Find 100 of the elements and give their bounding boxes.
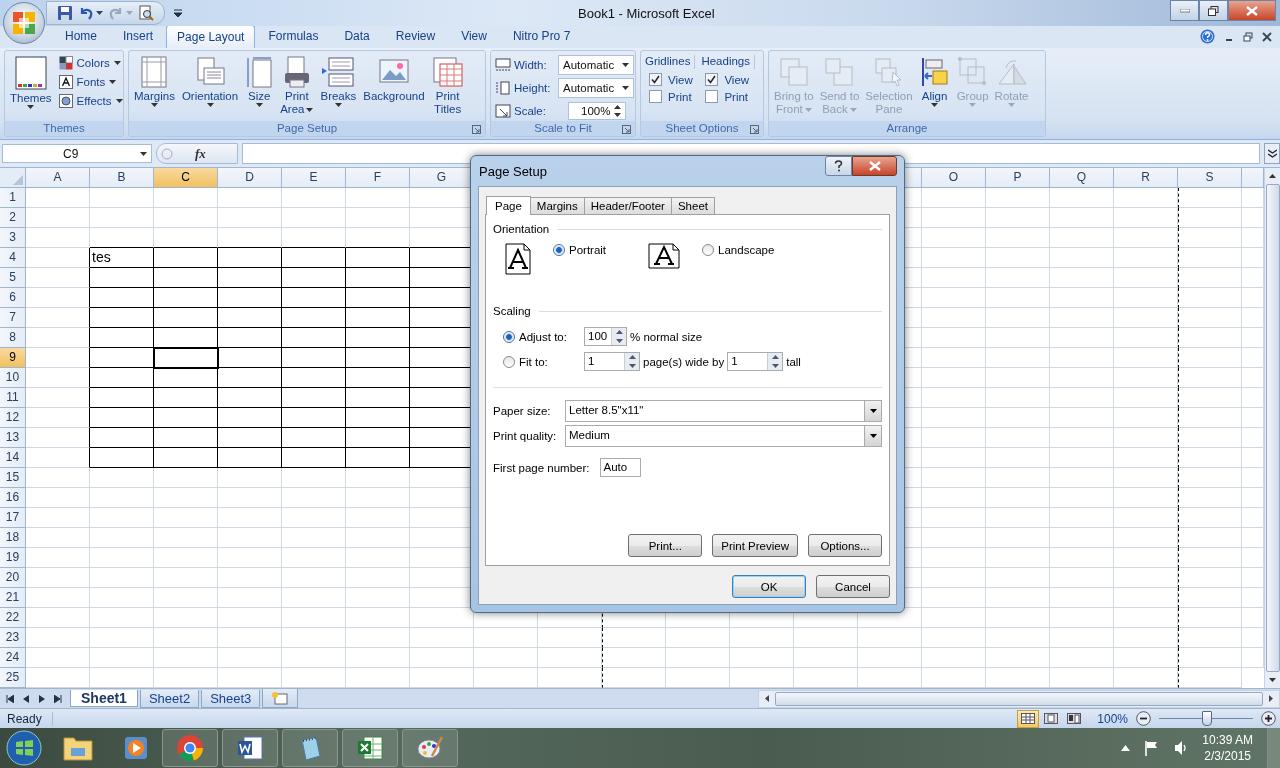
sheet-tab[interactable]: Sheet3 (201, 689, 261, 708)
selected-cell[interactable] (154, 348, 218, 369)
select-all-corner[interactable] (0, 168, 26, 189)
table-cell[interactable] (346, 288, 410, 309)
table-cell[interactable] (346, 328, 410, 349)
restore-button[interactable] (1199, 0, 1228, 21)
spin-buttons[interactable] (624, 353, 639, 370)
ribbon-button[interactable]: Margins (133, 54, 176, 110)
table-cell[interactable] (218, 268, 282, 289)
input-field[interactable]: Auto (599, 458, 641, 477)
row-header[interactable]: 14 (0, 448, 26, 469)
ribbon-button[interactable]: Print Titles (430, 54, 465, 119)
spreadsheet-icon[interactable] (342, 729, 398, 767)
start-button[interactable] (6, 730, 42, 766)
checkbox-option[interactable]: View (645, 73, 696, 87)
column-header[interactable]: C (154, 168, 218, 189)
table-cell[interactable] (218, 448, 282, 469)
row-header[interactable]: 25 (0, 668, 26, 689)
table-cell[interactable] (154, 428, 218, 449)
name-box[interactable]: C9 (2, 144, 152, 164)
table-cell[interactable] (26, 388, 90, 409)
print-preview-icon[interactable] (138, 5, 154, 22)
speaker-icon[interactable] (1174, 740, 1189, 756)
close-button[interactable] (1228, 0, 1276, 21)
table-cell[interactable] (154, 388, 218, 409)
ribbon-tab[interactable]: Page Layout (166, 25, 256, 49)
table-cell[interactable] (154, 308, 218, 329)
ribbon-tab[interactable]: Data (331, 25, 383, 49)
dialog-tab[interactable]: Page (486, 196, 531, 215)
word-document-icon[interactable] (222, 729, 278, 767)
row-header[interactable]: 4 (0, 248, 26, 269)
close-icon[interactable] (1262, 31, 1272, 42)
next-sheet-icon[interactable] (38, 694, 46, 703)
dropdown-field[interactable]: Automatic (558, 54, 634, 75)
table-cell[interactable] (282, 368, 346, 389)
radio-button[interactable] (702, 244, 715, 256)
undo-icon[interactable] (78, 5, 94, 22)
scroll-right-icon[interactable] (1269, 695, 1273, 703)
row-header[interactable]: 7 (0, 308, 26, 329)
clock-date[interactable]: 2/3/2015 (1204, 748, 1251, 764)
table-cell[interactable] (26, 308, 90, 329)
dialog-button[interactable]: Cancel (816, 575, 890, 598)
row-header[interactable]: 24 (0, 648, 26, 669)
insert-function-button[interactable]: fx (195, 145, 206, 162)
dropdown-field[interactable]: Letter 8.5"x11" (565, 399, 882, 422)
help-icon[interactable] (1200, 29, 1215, 45)
table-cell[interactable] (282, 288, 346, 309)
row-header[interactable]: 10 (0, 368, 26, 389)
table-cell[interactable] (26, 268, 90, 289)
row-header[interactable]: 1 (0, 188, 26, 209)
table-cell[interactable] (26, 408, 90, 429)
dialog-tab[interactable]: Margins (529, 197, 585, 214)
column-header[interactable]: Q (1050, 168, 1114, 189)
row-header[interactable]: 22 (0, 608, 26, 629)
dialog-tab[interactable]: Header/Footer (583, 197, 672, 214)
row-header[interactable]: 17 (0, 508, 26, 529)
row-header[interactable]: 13 (0, 428, 26, 449)
table-cell[interactable] (346, 388, 410, 409)
table-cell[interactable] (26, 428, 90, 449)
ribbon-tab[interactable]: Home (52, 25, 110, 49)
dialog-launcher-icon[interactable] (750, 125, 759, 135)
table-cell[interactable] (218, 308, 282, 329)
radio-button[interactable] (553, 244, 565, 256)
table-cell[interactable] (282, 248, 346, 269)
ribbon-button[interactable]: Breaks (319, 54, 358, 110)
dropdown-field[interactable]: Medium (565, 424, 882, 447)
row-header[interactable]: 11 (0, 388, 26, 409)
zoom-slider-thumb[interactable] (1202, 711, 1212, 727)
ribbon-tab[interactable]: Formulas (255, 25, 332, 49)
help-button[interactable] (825, 156, 852, 176)
show-hidden-icons-icon[interactable] (1121, 745, 1131, 751)
row-header[interactable]: 16 (0, 488, 26, 509)
table-cell[interactable] (346, 368, 410, 389)
previous-sheet-icon[interactable] (22, 694, 30, 703)
radio-option[interactable]: Portrait (553, 244, 607, 256)
column-header[interactable]: A (26, 168, 90, 189)
table-cell[interactable] (282, 408, 346, 429)
table-cell[interactable] (346, 248, 410, 269)
horizontal-scrollbar[interactable] (758, 689, 1280, 708)
ribbon-button[interactable]: Orientation (180, 54, 240, 110)
table-cell[interactable] (282, 308, 346, 329)
row-header[interactable]: 6 (0, 288, 26, 309)
ribbon-button[interactable]: Print Area (279, 54, 315, 119)
row-header[interactable]: 12 (0, 408, 26, 429)
table-cell[interactable] (90, 308, 154, 329)
table-cell[interactable] (26, 348, 90, 369)
checkbox[interactable] (649, 73, 662, 87)
row-header[interactable]: 9 (0, 348, 26, 369)
table-cell[interactable] (154, 288, 218, 309)
dropdown-field[interactable]: Automatic (558, 77, 634, 98)
insert-sheet-button[interactable] (262, 689, 299, 709)
table-cell[interactable] (346, 268, 410, 289)
dropdown-button[interactable] (864, 400, 881, 421)
checkbox-option[interactable]: Print (701, 90, 755, 104)
ribbon-small-button[interactable]: Effects (56, 93, 125, 110)
table-cell[interactable] (218, 428, 282, 449)
row-header[interactable]: 5 (0, 268, 26, 289)
notepad-icon[interactable] (282, 729, 338, 767)
table-cell[interactable] (218, 408, 282, 429)
scroll-left-icon[interactable] (765, 695, 770, 703)
